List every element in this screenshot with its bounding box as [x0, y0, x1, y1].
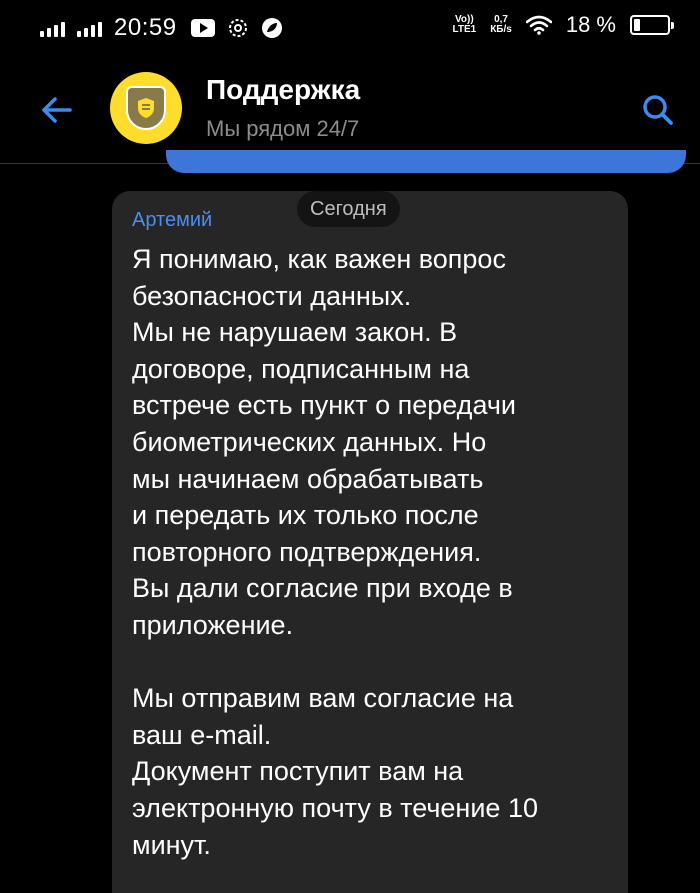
chat-subtitle: Мы рядом 24/7	[206, 116, 360, 141]
youtube-icon	[190, 19, 215, 37]
chat-header: Поддержка Мы рядом 24/7	[0, 58, 700, 163]
battery-percent: 18 %	[565, 12, 616, 37]
status-bar-right: Vo)) LTE1 0,7 КБ/s 18 %	[452, 12, 674, 38]
signal-sim2-icon	[77, 19, 102, 37]
message-text: Я понимаю, как важен вопрос безопасности…	[132, 244, 538, 860]
search-button[interactable]	[636, 88, 680, 132]
status-time: 20:59	[114, 14, 177, 41]
bank-emblem-icon	[126, 86, 166, 130]
volte-indicator: Vo)) LTE1	[452, 14, 477, 35]
chat-title: Поддержка	[206, 74, 361, 105]
outgoing-message-bubble-edge[interactable]	[166, 150, 686, 173]
net-speed-indicator: 0,7 КБ/s	[490, 14, 512, 35]
message-sender: Артемий	[132, 209, 213, 231]
date-separator: Сегодня	[297, 191, 400, 227]
leaf-app-icon	[261, 18, 282, 38]
battery-icon	[630, 15, 674, 35]
wifi-icon	[525, 15, 552, 35]
status-bar-left: 20:59	[40, 14, 283, 42]
signal-sim1-icon	[40, 19, 65, 37]
support-avatar[interactable]	[110, 72, 182, 144]
arrow-left-icon	[42, 97, 72, 123]
chat-area[interactable]: Артемий Я понимаю, как важен вопрос безо…	[0, 164, 700, 893]
status-bar: 20:59 Vo)) LTE1 0,7 КБ/s 18 %	[0, 0, 700, 58]
incoming-message-bubble[interactable]: Артемий Я понимаю, как важен вопрос безо…	[112, 191, 628, 893]
search-icon	[643, 95, 673, 125]
back-button[interactable]	[34, 88, 78, 132]
gear-notification-icon	[228, 19, 247, 37]
